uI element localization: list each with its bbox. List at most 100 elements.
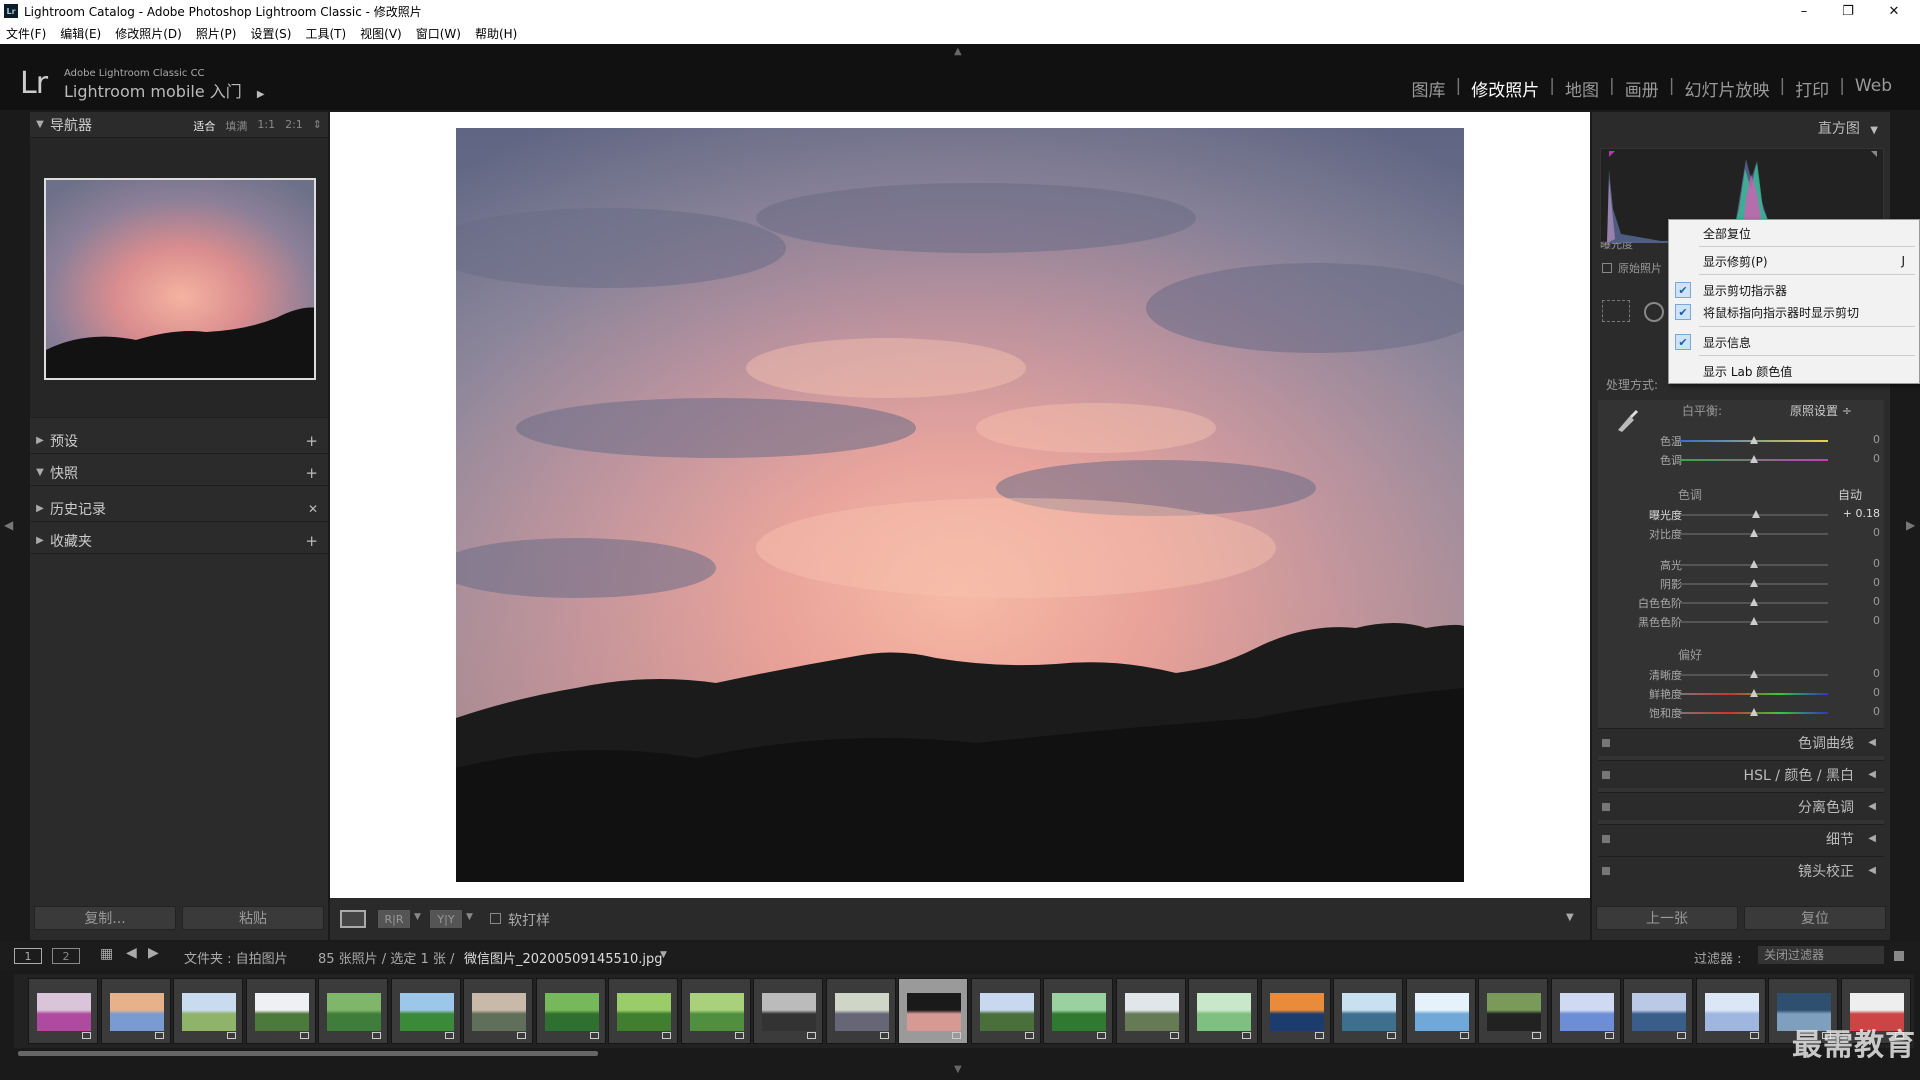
- filmstrip-thumbnail[interactable]: [608, 978, 678, 1044]
- grid-view-icon[interactable]: ▦: [100, 946, 113, 962]
- panel-switch-icon[interactable]: [1602, 770, 1610, 779]
- original-photo-checkbox[interactable]: [1602, 263, 1612, 273]
- slider-knob[interactable]: [1750, 579, 1758, 587]
- slider-saturation[interactable]: 饱和度 0: [1592, 704, 1890, 720]
- menu-view[interactable]: 视图(V): [360, 25, 402, 42]
- filmstrip-scrollbar[interactable]: [18, 1051, 598, 1056]
- hsl-panel-header[interactable]: HSL / 颜色 / 黑白 ◀: [1598, 760, 1884, 788]
- navigator-thumbnail[interactable]: [44, 178, 316, 380]
- filmstrip-thumbnail[interactable]: [318, 978, 388, 1044]
- module-book[interactable]: 画册: [1615, 76, 1669, 101]
- spot-removal-icon[interactable]: [1644, 302, 1664, 322]
- menu-develop[interactable]: 修改照片(D): [115, 25, 182, 42]
- slider-blacks[interactable]: 黑色色阶 0: [1592, 613, 1890, 629]
- filmstrip-thumbnail[interactable]: [970, 978, 1041, 1044]
- paste-settings-button[interactable]: 粘贴: [182, 906, 324, 930]
- chevron-down-icon[interactable]: ▼: [660, 950, 667, 960]
- restore-button[interactable]: ❐: [1828, 0, 1868, 22]
- previous-button[interactable]: 上一张: [1596, 906, 1738, 930]
- filmstrip-thumbnail[interactable]: [753, 978, 823, 1044]
- menu-item-reset-all[interactable]: 全部复位: [1669, 222, 1919, 244]
- filmstrip-thumbnail[interactable]: [1478, 978, 1548, 1044]
- primary-window-button[interactable]: 1: [14, 948, 42, 964]
- collapse-top-arrow-icon[interactable]: ▲: [954, 46, 962, 57]
- before-after-tb-button[interactable]: Y|Y: [430, 910, 462, 928]
- module-library[interactable]: 图库: [1402, 76, 1456, 101]
- snapshots-header[interactable]: ▼ 快照 +: [30, 460, 328, 486]
- menu-settings[interactable]: 设置(S): [250, 25, 291, 42]
- zoom-stepper-icon[interactable]: ⇕: [313, 118, 322, 134]
- secondary-window-button[interactable]: 2: [52, 948, 80, 964]
- menu-help[interactable]: 帮助(H): [475, 25, 517, 42]
- filmstrip-thumbnail[interactable]: [1333, 978, 1403, 1044]
- split-toning-panel-header[interactable]: 分离色调 ◀: [1598, 792, 1884, 820]
- shadow-clip-indicator[interactable]: [1609, 151, 1615, 157]
- menu-item-show-lab[interactable]: 显示 Lab 颜色值: [1669, 360, 1919, 382]
- auto-tone-button[interactable]: 自动: [1838, 486, 1862, 503]
- filmstrip-thumbnail[interactable]: [1623, 978, 1693, 1044]
- panel-switch-icon[interactable]: [1602, 834, 1610, 843]
- menu-item-show-clip-on-hover[interactable]: ✔ 将鼠标指向指示器时显示剪切: [1669, 301, 1919, 323]
- menu-item-show-clipping[interactable]: 显示修剪(P) J: [1669, 250, 1919, 272]
- slider-knob[interactable]: [1750, 436, 1758, 444]
- slider-highlights[interactable]: 高光 0: [1592, 556, 1890, 572]
- back-arrow-icon[interactable]: ◀: [126, 945, 137, 961]
- filter-lock-icon[interactable]: [1894, 951, 1904, 961]
- add-snapshot-icon[interactable]: +: [305, 464, 318, 482]
- filmstrip-thumbnail[interactable]: [463, 978, 533, 1044]
- slider-tint[interactable]: 色调 0: [1592, 451, 1890, 467]
- slider-knob[interactable]: [1750, 689, 1758, 697]
- detail-panel-header[interactable]: 细节 ◀: [1598, 824, 1884, 852]
- panel-switch-icon[interactable]: [1602, 738, 1610, 747]
- menu-tools[interactable]: 工具(T): [305, 25, 346, 42]
- toolbar-menu-chevron-icon[interactable]: ▼: [1566, 912, 1574, 923]
- filmstrip-thumbnail[interactable]: [28, 978, 98, 1044]
- filmstrip-thumbnail[interactable]: [1405, 978, 1476, 1044]
- slider-clarity[interactable]: 清晰度 0: [1592, 666, 1890, 682]
- filmstrip-thumbnail[interactable]: [1188, 978, 1258, 1044]
- white-balance-select[interactable]: 原照设置 ÷: [1790, 402, 1852, 419]
- chevron-down-icon[interactable]: ▼: [466, 912, 473, 922]
- slider-knob[interactable]: [1750, 455, 1758, 463]
- menu-item-show-info[interactable]: ✔ 显示信息: [1669, 331, 1919, 353]
- slider-knob[interactable]: [1750, 708, 1758, 716]
- slider-exposure[interactable]: 曝光度 + 0.18: [1592, 506, 1890, 522]
- clear-history-icon[interactable]: ✕: [308, 502, 318, 516]
- loupe-view-icon[interactable]: [340, 910, 366, 928]
- filmstrip-thumbnail[interactable]: [680, 978, 751, 1044]
- menu-item-show-clip-indicators[interactable]: ✔ 显示剪切指示器: [1669, 279, 1919, 301]
- filmstrip-thumbnail[interactable]: [1550, 978, 1621, 1044]
- slider-knob[interactable]: [1750, 617, 1758, 625]
- before-after-lr-button[interactable]: R|R: [378, 910, 410, 928]
- collapse-bottom-arrow-icon[interactable]: ▼: [954, 1064, 962, 1075]
- presets-header[interactable]: ▶ 预设 +: [30, 428, 328, 454]
- highlight-clip-indicator[interactable]: [1871, 151, 1877, 157]
- menu-edit[interactable]: 编辑(E): [60, 25, 101, 42]
- soft-proof-checkbox[interactable]: [490, 913, 501, 924]
- module-develop[interactable]: 修改照片: [1461, 76, 1549, 101]
- chevron-down-icon[interactable]: ▼: [414, 912, 421, 922]
- slider-knob[interactable]: [1752, 510, 1760, 518]
- zoom-fill[interactable]: 填满: [225, 118, 247, 134]
- minimize-button[interactable]: –: [1784, 0, 1824, 22]
- zoom-1-1[interactable]: 1:1: [257, 118, 275, 134]
- menu-window[interactable]: 窗口(W): [416, 25, 461, 42]
- zoom-fit[interactable]: 适合: [193, 118, 215, 134]
- menu-photo[interactable]: 照片(P): [196, 25, 237, 42]
- slider-knob[interactable]: [1750, 560, 1758, 568]
- filmstrip-thumbnail[interactable]: [100, 978, 171, 1044]
- histogram-header[interactable]: 直方图 ▼: [1818, 118, 1878, 138]
- filmstrip-thumbnail[interactable]: [1043, 978, 1113, 1044]
- slider-knob[interactable]: [1750, 598, 1758, 606]
- slider-shadows[interactable]: 阴影 0: [1592, 575, 1890, 591]
- white-balance-picker-icon[interactable]: [1612, 404, 1642, 434]
- slider-knob[interactable]: [1750, 529, 1758, 537]
- navigator-header[interactable]: ▼ 导航器 适合 填满 1:1 2:1 ⇕: [30, 112, 328, 138]
- tone-curve-panel-header[interactable]: 色调曲线 ◀: [1598, 728, 1884, 756]
- close-button[interactable]: ✕: [1874, 0, 1914, 22]
- copy-settings-button[interactable]: 复制...: [34, 906, 176, 930]
- slider-temp[interactable]: 色温 0: [1592, 432, 1890, 448]
- reset-button[interactable]: 复位: [1744, 906, 1886, 930]
- filename-label[interactable]: 微信图片_20200509145510.jpg: [464, 948, 663, 967]
- module-print[interactable]: 打印: [1785, 76, 1839, 101]
